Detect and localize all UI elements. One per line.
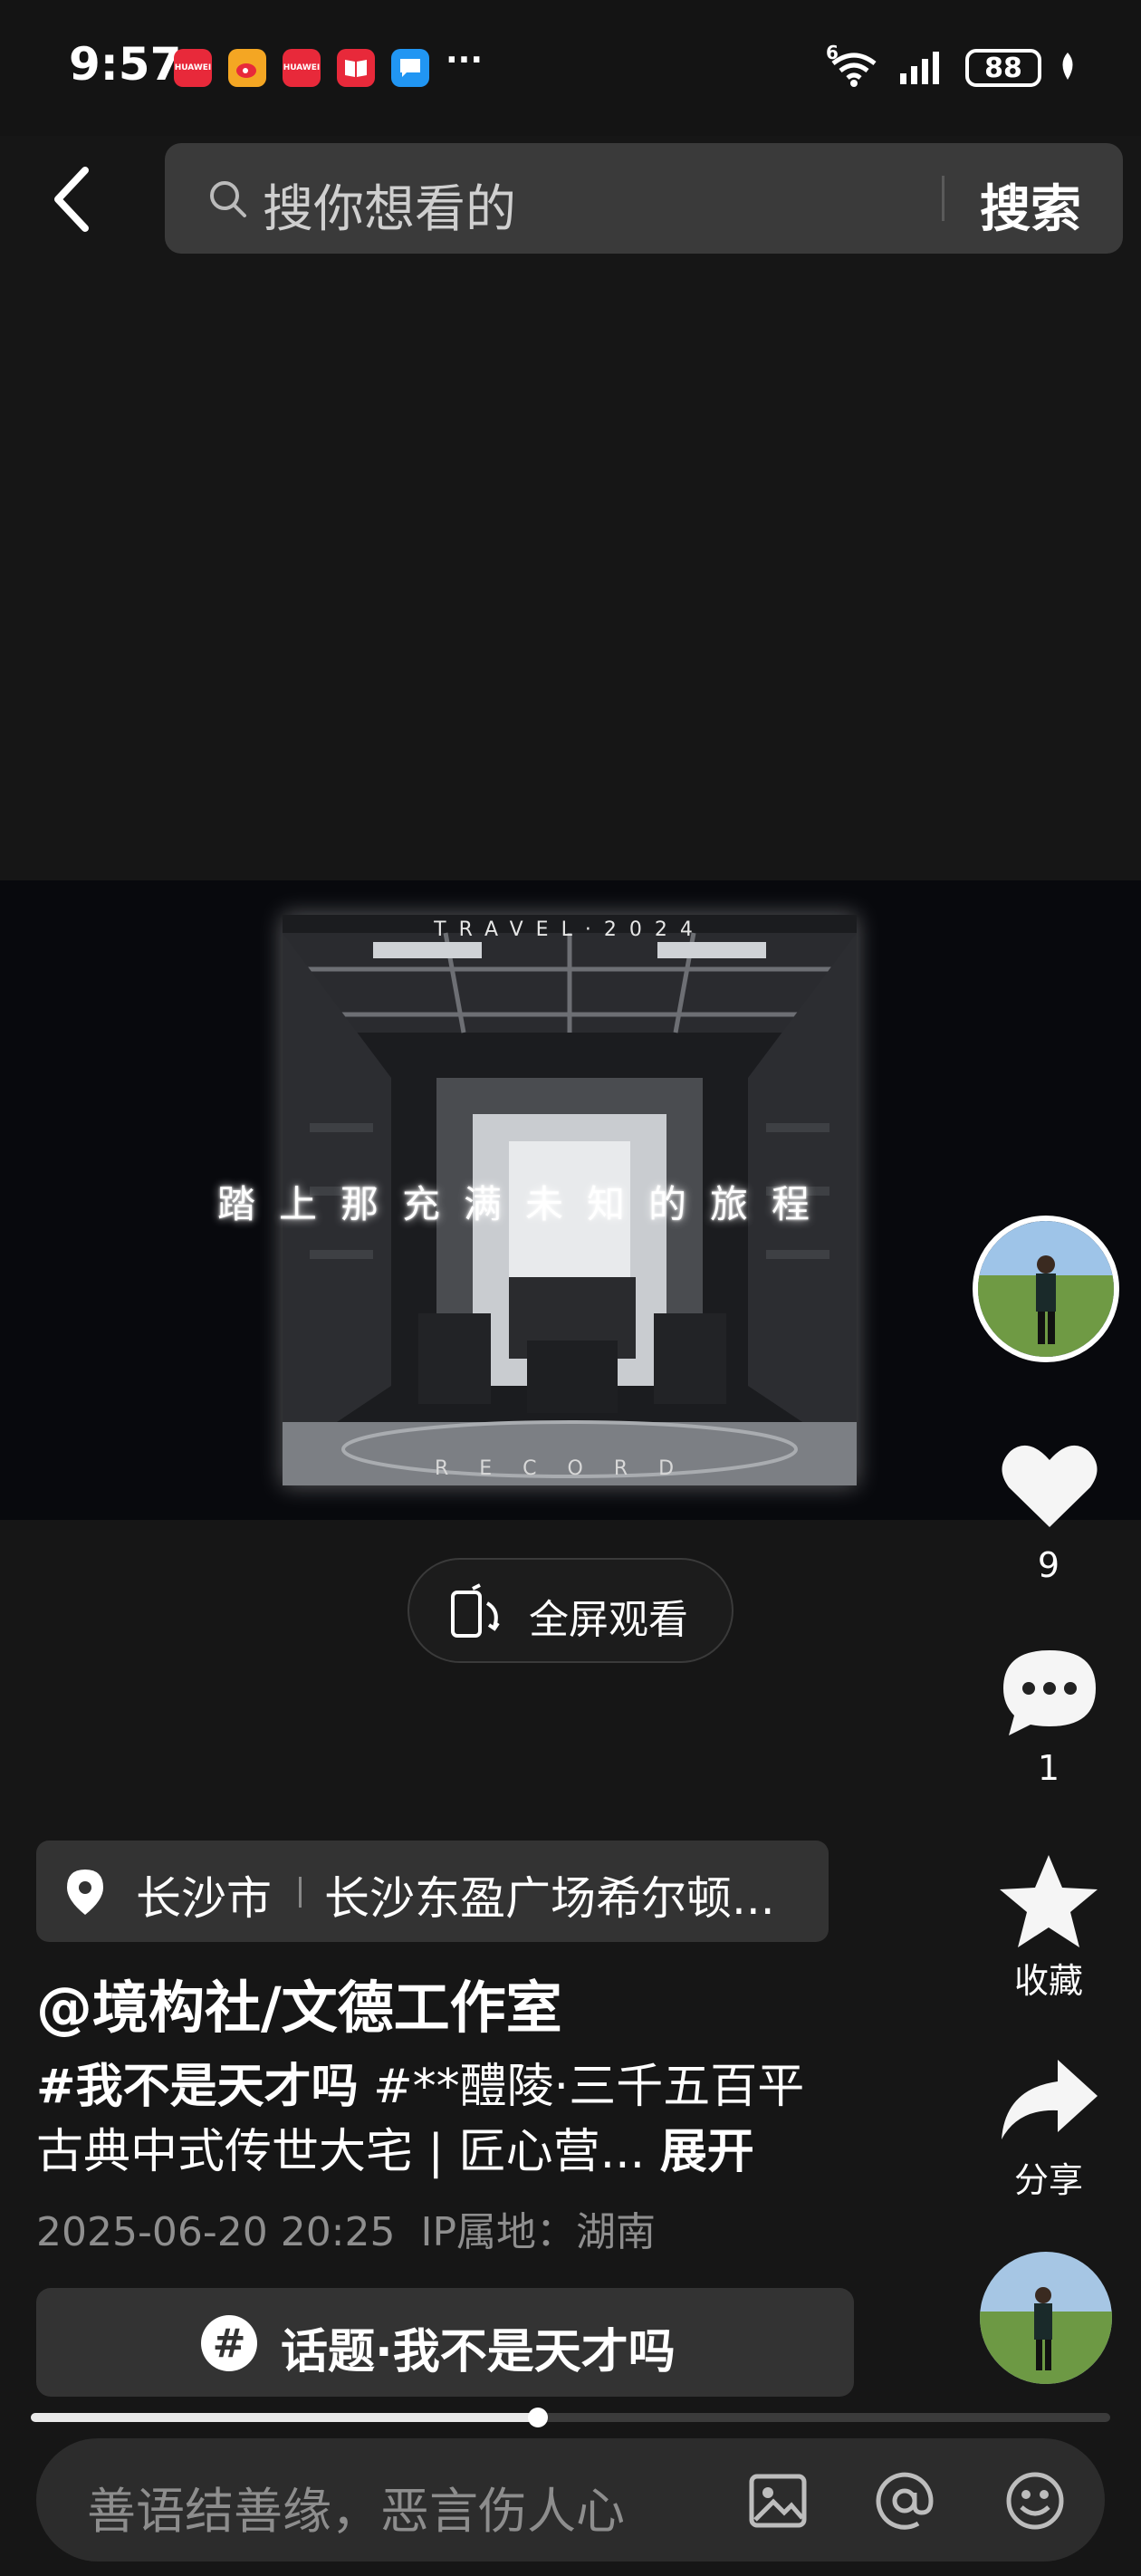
expand-link[interactable]: 展开 xyxy=(660,2125,754,2179)
favorite-label: 收藏 xyxy=(1013,1961,1083,2001)
video-bottom-text: RECORD xyxy=(434,1457,705,1480)
comment-icon[interactable] xyxy=(1000,1647,1099,1737)
like-count: 9 xyxy=(1037,1545,1060,1585)
video-caption: 踏上那充满未知的旅程 xyxy=(217,1182,834,1226)
comment-input[interactable]: 善语结善缘，恶言伤人心 xyxy=(87,2471,625,2542)
share-label: 分享 xyxy=(1013,2160,1083,2200)
author-avatar[interactable] xyxy=(973,1216,1119,1362)
avatar-image xyxy=(980,2252,1112,2384)
description-text: 古典中式传世大宅 | 匠心营... xyxy=(36,2125,646,2179)
image-icon[interactable] xyxy=(746,2469,810,2533)
mention-icon[interactable] xyxy=(873,2469,936,2533)
search-bar[interactable]: 搜你想看的 搜索 xyxy=(165,143,1123,254)
search-button[interactable]: 搜索 xyxy=(980,168,1081,242)
heart-icon[interactable] xyxy=(1000,1440,1099,1531)
location-place: 长沙东盈广场希尔顿... xyxy=(324,1872,775,1925)
message-app-icon xyxy=(391,49,429,87)
emoji-icon[interactable] xyxy=(1003,2469,1067,2533)
location-pin-icon xyxy=(67,1870,103,1915)
status-time: 9:57 xyxy=(69,38,182,91)
weibo-icon xyxy=(228,49,266,87)
video-progress-bar[interactable] xyxy=(31,2408,1110,2427)
music-avatar[interactable] xyxy=(980,2252,1112,2384)
more-notifications-icon: ··· xyxy=(446,42,484,79)
fullscreen-label: 全屏观看 xyxy=(529,1597,688,1643)
huawei-appgallery-icon: HUAWEI xyxy=(283,49,321,87)
post-description: #我不是天才吗 #**醴陵·三千五百平 古典中式传世大宅 | 匠心营... 展开 xyxy=(36,2054,878,2185)
wifi-icon: 6 xyxy=(826,42,882,89)
location-divider xyxy=(299,1877,302,1908)
search-input[interactable]: 搜你想看的 xyxy=(263,168,516,242)
leaf-icon xyxy=(1058,51,1078,85)
chevron-left-icon xyxy=(54,167,89,232)
search-divider xyxy=(942,176,944,221)
description-text: #**醴陵·三千五百平 xyxy=(358,2060,805,2114)
avatar-image xyxy=(978,1221,1114,1357)
star-icon[interactable] xyxy=(996,1851,1101,1951)
location-tag[interactable]: 长沙市 长沙东盈广场希尔顿... xyxy=(36,1841,829,1942)
comment-count: 1 xyxy=(1037,1748,1060,1788)
post-meta: 2025-06-20 20:25 IP属地：湖南 xyxy=(36,2199,656,2257)
book-app-icon xyxy=(337,49,375,87)
status-indicators: 6 88 xyxy=(826,42,1078,89)
author-name[interactable]: @境构社/文德工作室 xyxy=(36,1962,562,2043)
signal-icon xyxy=(898,48,949,88)
post-timestamp: 2025-06-20 20:25 xyxy=(36,2209,396,2255)
topic-button[interactable]: # 话题·我不是天才吗 xyxy=(36,2288,854,2397)
rotate-screen-icon xyxy=(451,1583,500,1638)
battery-indicator: 88 xyxy=(965,49,1041,87)
progress-handle[interactable] xyxy=(528,2408,549,2427)
huawei-appgallery-icon: HUAWEI xyxy=(174,49,212,87)
comment-bar: 善语结善缘，恶言伤人心 xyxy=(36,2438,1105,2562)
fullscreen-button[interactable]: 全屏观看 xyxy=(408,1558,734,1663)
video-top-text: TRAVEL·2024 xyxy=(434,918,705,941)
hashtag-icon: # xyxy=(201,2315,257,2371)
search-icon xyxy=(210,181,246,217)
progress-fill xyxy=(31,2413,539,2422)
topic-label: 话题·我不是天才吗 xyxy=(281,2325,676,2379)
hashtag-link[interactable]: #我不是天才吗 xyxy=(36,2060,359,2114)
status-bar: 9:57 HUAWEI HUAWEI ··· 6 88 xyxy=(0,0,1141,136)
back-button[interactable] xyxy=(45,163,100,235)
location-city: 长沙市 xyxy=(136,1872,272,1925)
share-icon[interactable] xyxy=(996,2056,1101,2143)
ip-location: IP属地：湖南 xyxy=(420,2209,656,2255)
